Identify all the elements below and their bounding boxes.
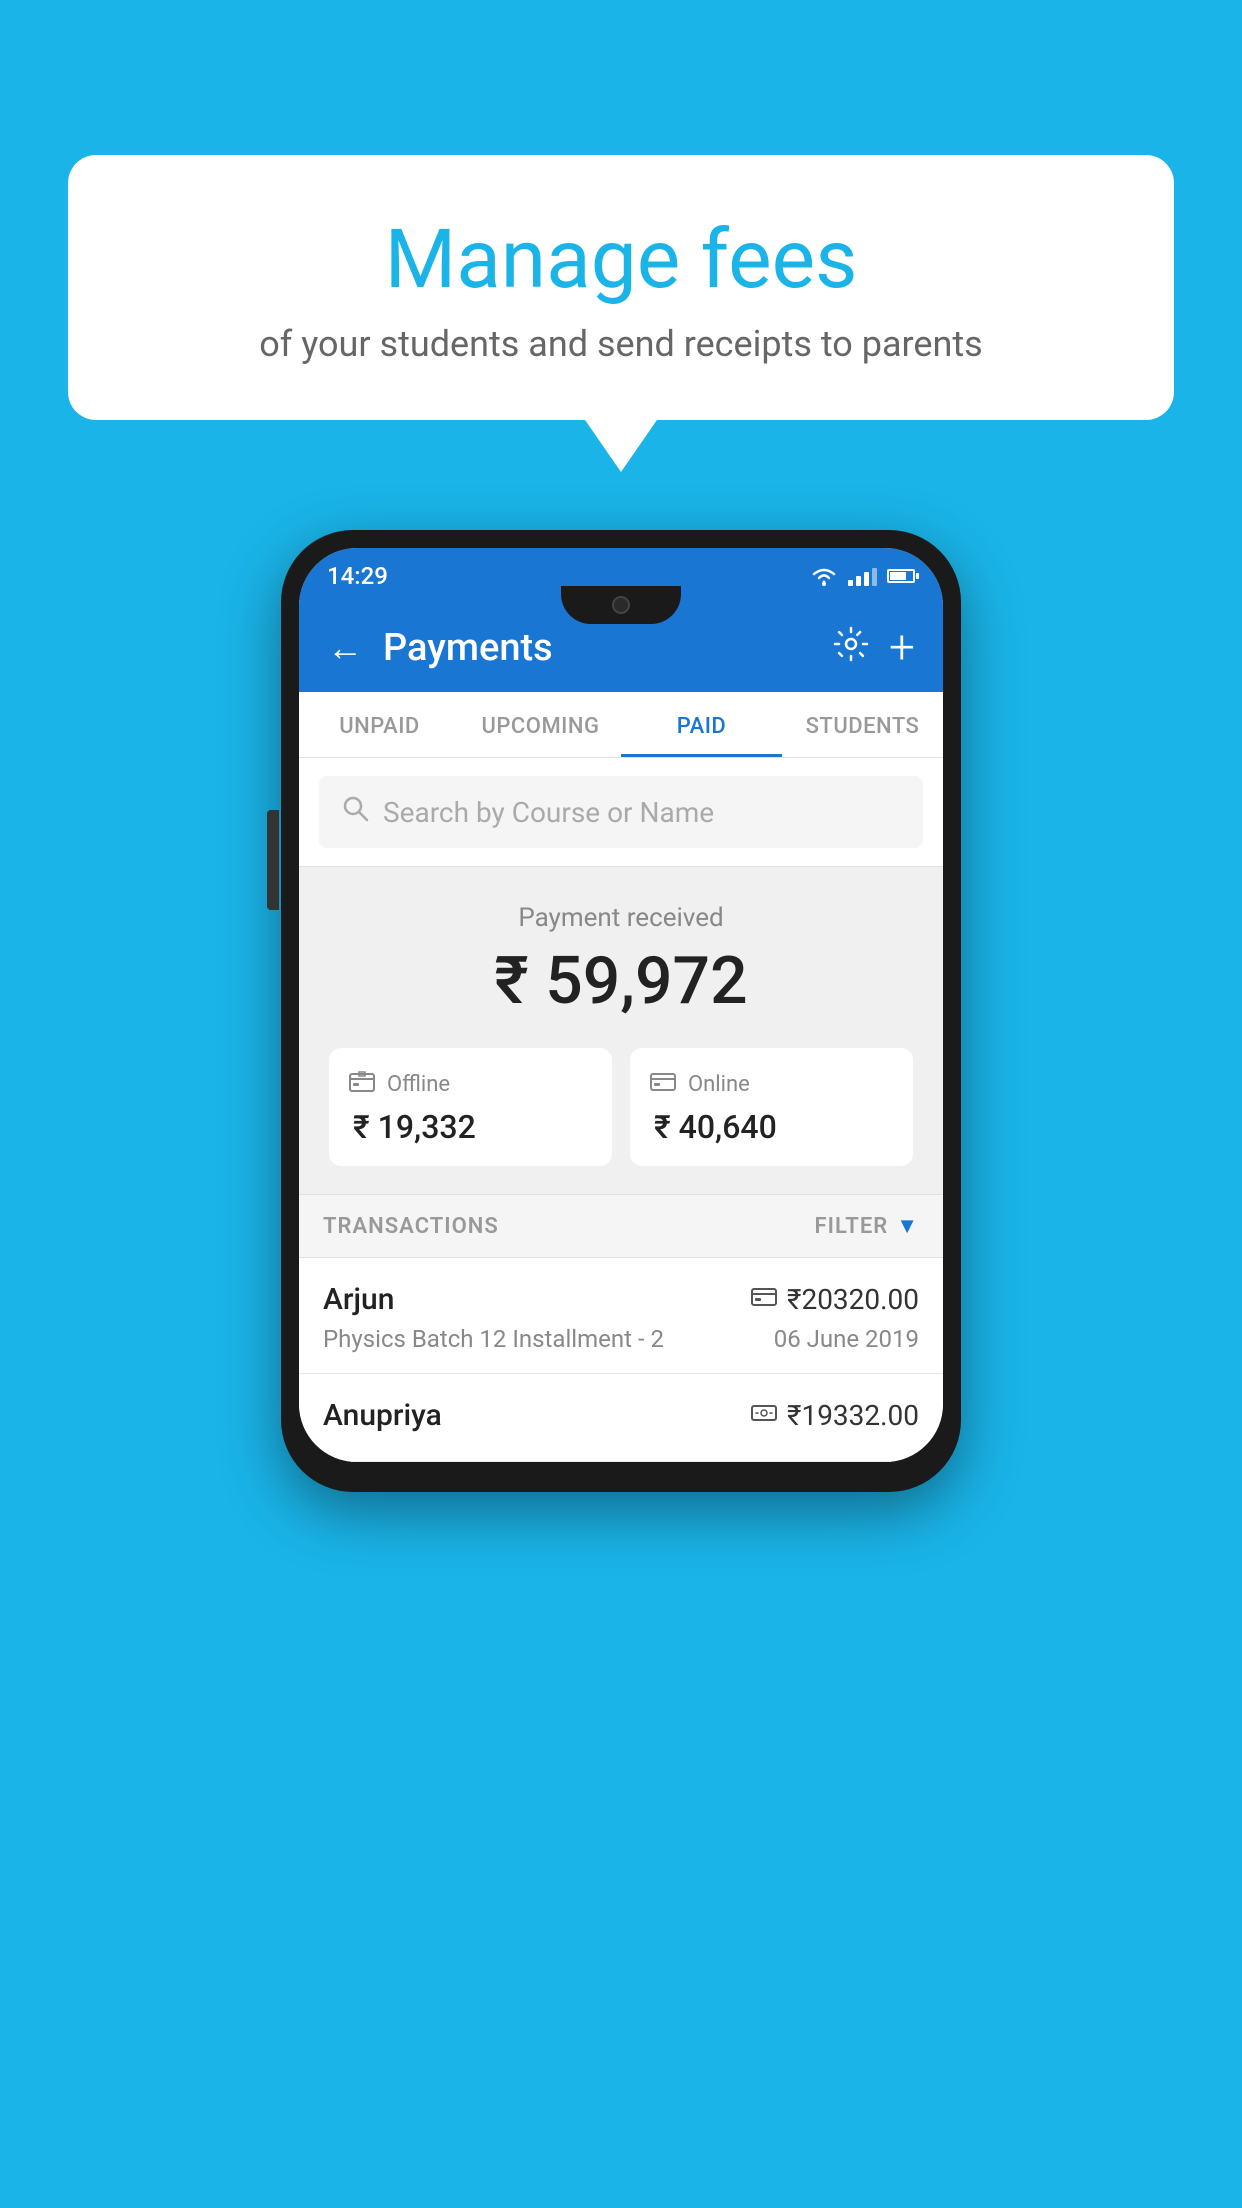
transaction-amount-container-1: ₹20320.00 — [751, 1283, 919, 1316]
transaction-amount-container-2: ₹19332.00 — [751, 1399, 919, 1432]
status-icons — [810, 565, 915, 587]
bubble-title: Manage fees — [128, 215, 1114, 305]
payment-total-amount: ₹ 59,972 — [329, 943, 913, 1020]
offline-card: Offline ₹ 19,332 — [329, 1048, 612, 1166]
wifi-icon — [810, 565, 838, 587]
battery-icon — [887, 569, 915, 583]
tab-paid[interactable]: PAID — [621, 692, 782, 757]
transaction-details-1: Physics Batch 12 Installment - 2 06 June… — [323, 1325, 919, 1353]
search-bar[interactable]: Search by Course or Name — [319, 776, 923, 848]
app-bar-icons: + — [833, 621, 915, 675]
tab-students[interactable]: STUDENTS — [782, 692, 943, 757]
filter-button[interactable]: FILTER ▼ — [815, 1213, 919, 1239]
payment-cards: Offline ₹ 19,332 — [329, 1048, 913, 1166]
payment-received-label: Payment received — [329, 903, 913, 933]
tab-unpaid[interactable]: UNPAID — [299, 692, 460, 757]
transaction-name-1: Arjun — [323, 1282, 394, 1317]
transaction-name-2: Anupriya — [323, 1398, 442, 1433]
speech-bubble-container: Manage fees of your students and send re… — [68, 155, 1174, 420]
online-card: Online ₹ 40,640 — [630, 1048, 913, 1166]
online-icon — [650, 1070, 676, 1098]
status-time: 14:29 — [327, 562, 388, 590]
cash-payment-icon-2 — [751, 1403, 777, 1429]
filter-icon: ▼ — [896, 1213, 919, 1239]
settings-icon[interactable] — [833, 626, 869, 671]
transaction-date-1: 06 June 2019 — [774, 1325, 919, 1353]
camera-dot — [612, 596, 630, 614]
speech-bubble: Manage fees of your students and send re… — [68, 155, 1174, 420]
search-container: Search by Course or Name — [299, 758, 943, 867]
card-payment-icon-1 — [751, 1287, 777, 1313]
transactions-label: TRANSACTIONS — [323, 1214, 499, 1239]
tab-upcoming[interactable]: UPCOMING — [460, 692, 621, 757]
notch — [561, 586, 681, 624]
filter-text: FILTER — [815, 1214, 889, 1239]
offline-icon — [349, 1070, 375, 1098]
bubble-subtitle: of your students and send receipts to pa… — [128, 323, 1114, 365]
online-label: Online — [688, 1072, 750, 1097]
add-button[interactable]: + — [889, 621, 915, 675]
phone: 14:29 — [281, 530, 961, 1492]
phone-wrapper: 14:29 — [281, 530, 961, 1492]
transaction-amount-2: ₹19332.00 — [787, 1399, 919, 1432]
payment-summary: Payment received ₹ 59,972 — [299, 867, 943, 1194]
online-amount: ₹ 40,640 — [650, 1108, 893, 1146]
offline-amount: ₹ 19,332 — [349, 1108, 592, 1146]
transaction-row-top-2: Anupriya ₹19332.00 — [323, 1398, 919, 1433]
transaction-row[interactable]: Arjun ₹20320.00 Physics Batch 1 — [299, 1258, 943, 1374]
app-bar-title: Payments — [383, 626, 813, 670]
signal-bars — [848, 566, 877, 586]
transactions-header: TRANSACTIONS FILTER ▼ — [299, 1194, 943, 1258]
online-card-header: Online — [650, 1070, 893, 1098]
transaction-amount-1: ₹20320.00 — [787, 1283, 919, 1316]
transaction-course-1: Physics Batch 12 Installment - 2 — [323, 1325, 664, 1353]
transaction-row-2[interactable]: Anupriya ₹19332.00 — [299, 1374, 943, 1462]
search-icon — [341, 794, 369, 830]
back-button[interactable]: ← — [327, 627, 363, 669]
search-placeholder: Search by Course or Name — [383, 796, 714, 829]
transaction-row-top: Arjun ₹20320.00 — [323, 1282, 919, 1317]
offline-card-header: Offline — [349, 1070, 592, 1098]
phone-screen: 14:29 — [299, 548, 943, 1462]
tabs: UNPAID UPCOMING PAID STUDENTS — [299, 692, 943, 758]
offline-label: Offline — [387, 1072, 450, 1097]
